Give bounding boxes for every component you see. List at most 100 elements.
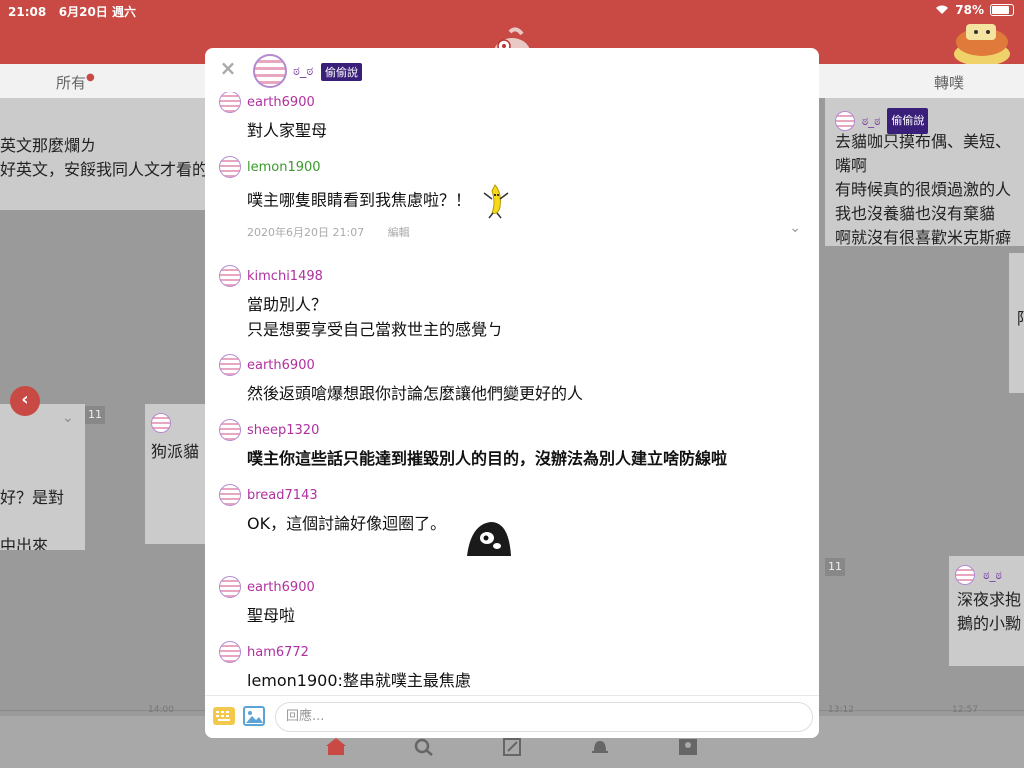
search-icon[interactable] <box>414 738 434 756</box>
plurk-author: ಠ_ಠ <box>955 562 1018 585</box>
response-item: earth6900 然後返頭嗆爆想跟你討論怎麼讓他們變更好的人 <box>219 354 805 406</box>
response-username[interactable]: earth6900 <box>247 95 315 110</box>
bell-icon[interactable] <box>590 738 610 756</box>
response-item: earth6900 對人家聖母 <box>219 92 805 143</box>
plurk-text: 中出來 <box>0 536 49 550</box>
plurk-text: 去貓咖只摸布偶、美短、 <box>835 132 1012 151</box>
responses-list[interactable]: earth6900 對人家聖母 lemon1900 噗主哪隻眼睛看到我焦慮啦？！ <box>205 92 819 695</box>
response-author[interactable]: earth6900 <box>219 576 805 598</box>
response-author[interactable]: bread7143 <box>219 484 805 506</box>
plurk-text: 深夜求抱 <box>957 590 1022 609</box>
response-text: 噗主哪隻眼睛看到我焦慮啦？！ <box>247 190 472 210</box>
tab-all[interactable]: 所有● <box>56 72 95 93</box>
home-icon[interactable] <box>326 738 346 756</box>
response-body: 噗主哪隻眼睛看到我焦慮啦？！ <box>247 183 805 219</box>
close-button[interactable]: × <box>219 58 237 78</box>
avatar[interactable] <box>219 576 241 598</box>
plurk-card[interactable]: 陌 <box>1009 253 1024 393</box>
user-avatar-icon[interactable] <box>948 18 1016 64</box>
avatar <box>955 564 975 585</box>
avatar[interactable] <box>219 265 241 287</box>
avatar <box>835 111 855 131</box>
plurk-text: 狗派貓 <box>151 442 200 461</box>
plurk-text: 嘴啊 <box>835 156 868 175</box>
plurk-text: 好？是對 <box>0 488 65 507</box>
response-item: earth6900 聖母啦 <box>219 576 805 628</box>
response-username[interactable]: kimchi1498 <box>247 269 323 284</box>
chevron-down-icon[interactable]: ⌄ <box>789 220 801 236</box>
plurk-text: 我也沒養貓也沒有棄貓 <box>835 204 996 223</box>
response-text: lemon1900:整串就噗主最焦慮 <box>247 671 471 690</box>
plurk-author-avatar[interactable] <box>253 54 287 88</box>
response-author[interactable]: kimchi1498 <box>219 265 805 287</box>
response-body: 當助別人？ 只是想要享受自己當救世主的感覺ㄅ <box>247 292 805 342</box>
response-author[interactable]: earth6900 <box>219 354 805 376</box>
plurk-card[interactable]: ಠ_ಠ 深夜求抱 鵝的小黝 <box>949 556 1024 666</box>
response-count-badge: 11 <box>825 558 845 576</box>
responses-modal: × ಠ_ಠ 偷偷說 earth6900 對人家聖母 lemon1900 噗主哪隻… <box>205 48 819 738</box>
clock: 21:08 <box>8 5 47 19</box>
plurk-card[interactable]: ಠ_ಠ 偷偷說 去貓咖只摸布偶、美短、 嘴啊 有時候真的很煩過激的人 我也沒養貓… <box>825 98 1024 246</box>
reply-input[interactable]: 回應... <box>275 702 813 732</box>
anon-name: ಠ_ಠ <box>861 114 881 128</box>
response-username[interactable]: bread7143 <box>247 488 318 503</box>
plurk-card[interactable]: 狗派貓 <box>145 404 205 544</box>
plurk-text: 鵝的小黝 <box>957 614 1022 633</box>
avatar[interactable] <box>219 156 241 178</box>
status-right: 78% <box>935 3 1014 17</box>
response-text: 噗主你這些話只能達到摧毀別人的目的，沒辦法為別人建立啥防線啦 <box>247 449 728 468</box>
anon-name: ಠ_ಠ <box>293 64 314 79</box>
wifi-icon <box>935 5 949 15</box>
status-time: 21:08 6月20日 週六 <box>8 3 136 20</box>
avatar[interactable] <box>219 641 241 663</box>
plurk-text: 好英文，安餒我同人文才看的 <box>0 160 205 179</box>
avatar[interactable] <box>219 354 241 376</box>
timeline-back-button[interactable]: ‹ <box>10 386 40 416</box>
response-text: 只是想要享受自己當救世主的感覺ㄅ <box>247 320 504 339</box>
battery-icon <box>990 4 1014 16</box>
response-author[interactable]: ham6772 <box>219 641 805 663</box>
response-text: 聖母啦 <box>247 606 296 625</box>
time-label: 14:00 <box>148 705 174 715</box>
response-author[interactable]: sheep1320 <box>219 419 805 441</box>
plurk-card[interactable]: ⌄ 好？是對 中出來 <box>0 404 85 550</box>
plurk-text: 有時候真的很煩過激的人 <box>835 180 1012 199</box>
plurk-text: 陌 <box>1017 307 1024 331</box>
response-username[interactable]: earth6900 <box>247 358 315 373</box>
compose-icon[interactable] <box>503 738 523 756</box>
avatar[interactable] <box>219 419 241 441</box>
response-username[interactable]: earth6900 <box>247 580 315 595</box>
plurk-card[interactable]: 英文那麼爛ㄌ 好英文，安餒我同人文才看的 <box>0 98 205 210</box>
dancing-banana-emoticon <box>483 184 509 219</box>
time-label: 13:12 <box>828 705 854 715</box>
avatar[interactable] <box>219 484 241 506</box>
response-author[interactable]: earth6900 <box>219 92 805 113</box>
reply-bar: 回應... <box>205 695 819 738</box>
response-item: ham6772 lemon1900:整串就噗主最焦慮 <box>219 641 805 693</box>
response-item: kimchi1498 當助別人？ 只是想要享受自己當救世主的感覺ㄅ <box>219 265 805 342</box>
chevron-down-icon[interactable]: ⌄ <box>62 406 74 430</box>
timestamp: 2020年6月20日 21:07 <box>247 226 365 239</box>
emoticon-keyboard-icon[interactable] <box>213 707 235 725</box>
response-username[interactable]: sheep1320 <box>247 423 319 438</box>
response-author[interactable]: lemon1900 <box>219 156 805 178</box>
edit-link[interactable]: 編輯 <box>388 226 410 239</box>
response-username[interactable]: lemon1900 <box>247 160 321 175</box>
anon-name: ಠ_ಠ <box>983 567 1002 582</box>
avatar <box>151 412 171 433</box>
tab-replurk[interactable]: 轉噗 <box>934 72 964 93</box>
penguin-sticker-image <box>467 522 511 556</box>
avatar[interactable] <box>219 92 241 113</box>
status-bar: 21:08 6月20日 週六 78% <box>0 0 1024 20</box>
date: 6月20日 週六 <box>58 5 136 19</box>
response-text: 對人家聖母 <box>247 121 328 140</box>
time-label: 12:57 <box>952 705 978 715</box>
plurk-meta: 2020年6月20日 21:07 編輯 <box>247 224 410 240</box>
modal-header: × ಠ_ಠ 偷偷說 <box>205 48 819 92</box>
image-upload-icon[interactable] <box>243 706 265 726</box>
response-text: 然後返頭嗆爆想跟你討論怎麼讓他們變更好的人 <box>247 384 584 403</box>
profile-icon[interactable] <box>678 738 698 756</box>
response-username[interactable]: ham6772 <box>247 645 309 660</box>
response-text: OK，這個討論好像迴圈了。 <box>247 514 447 533</box>
whisper-tag: 偷偷說 <box>321 63 362 81</box>
